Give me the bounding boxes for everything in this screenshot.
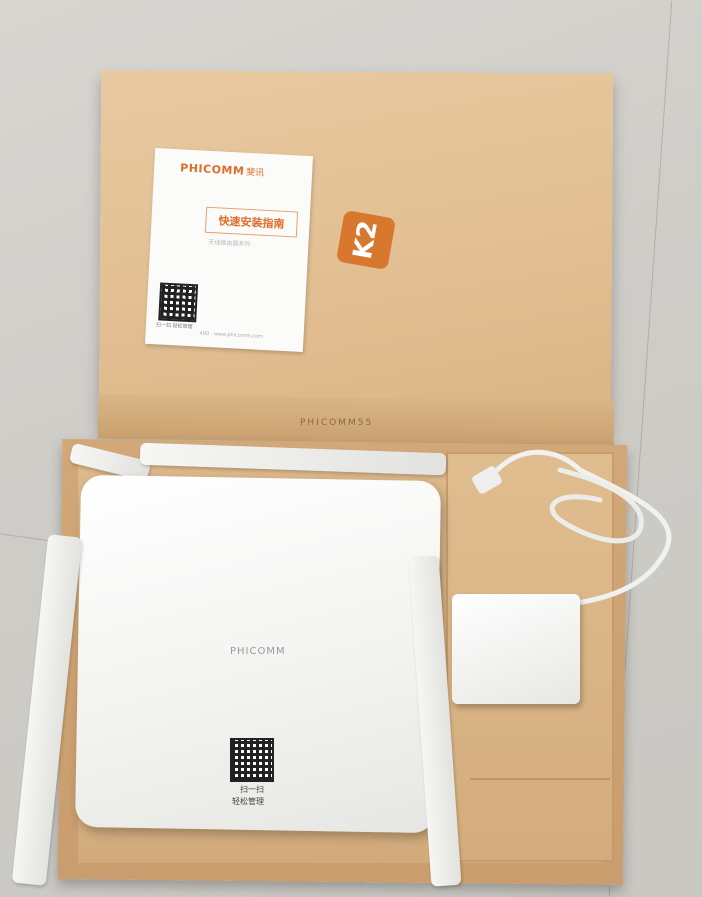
power-cable — [487, 449, 672, 607]
power-adapter — [452, 594, 580, 704]
